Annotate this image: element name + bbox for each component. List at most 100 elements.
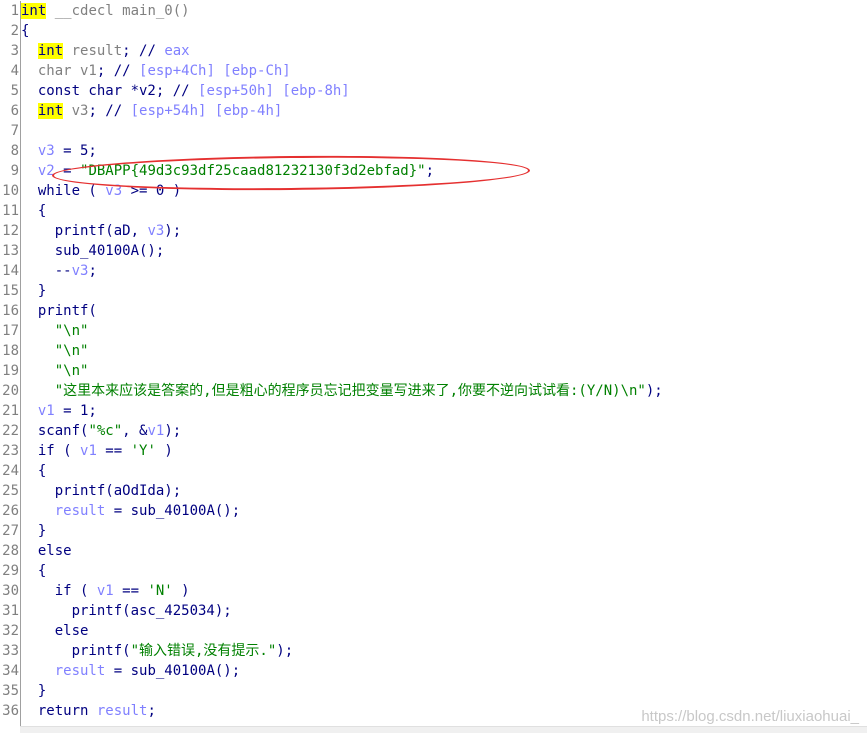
- code-line[interactable]: sub_40100A();: [21, 241, 867, 261]
- code-line[interactable]: [21, 121, 867, 141]
- line-number: 20: [2, 383, 19, 399]
- code-line[interactable]: if ( v1 == 'Y' ): [21, 441, 867, 461]
- code-token: "\n": [54, 343, 89, 359]
- code-token: 'Y': [130, 443, 156, 459]
- line-number: 19: [2, 363, 19, 379]
- code-line[interactable]: int v3; // [esp+54h] [ebp-4h]: [21, 101, 867, 121]
- code-token: = sub_40100A();: [105, 503, 241, 519]
- code-token: else: [21, 623, 89, 639]
- code-token: "%c": [88, 423, 123, 439]
- code-line[interactable]: else: [21, 621, 867, 641]
- code-line[interactable]: "这里本来应该是答案的,但是粗心的程序员忘记把变量写进来了,你要不逆向试试看:(…: [21, 381, 867, 401]
- line-number: 31: [2, 603, 19, 619]
- code-token: v3: [147, 223, 165, 239]
- watermark: https://blog.csdn.net/liuxiaohuai_: [641, 708, 859, 725]
- code-token: );: [645, 383, 663, 399]
- code-token: v3: [71, 263, 89, 279]
- line-number: 34: [2, 663, 19, 679]
- code-token: --: [21, 263, 72, 279]
- code-line[interactable]: scanf("%c", &v1);: [21, 421, 867, 441]
- code-line[interactable]: printf(aOdIda);: [21, 481, 867, 501]
- line-number: 4: [10, 63, 19, 79]
- code-line[interactable]: printf(asc_425034);: [21, 601, 867, 621]
- line-number: 33: [2, 643, 19, 659]
- line-number: 35: [2, 683, 19, 699]
- code-token: {: [21, 23, 30, 39]
- line-number-gutter: 1 2 3 4 5 6 7 8 9 10 11 12 13 14 15 16 17 18 19 20 21 22 23 24 2…: [0, 1, 21, 731]
- code-line[interactable]: printf(: [21, 301, 867, 321]
- code-token: scanf(: [21, 423, 89, 439]
- code-token: printf(asc_425034);: [21, 603, 232, 619]
- code-line[interactable]: --v3;: [21, 261, 867, 281]
- code-token: "输入错误,没有提示.": [130, 643, 277, 659]
- code-token: {: [21, 563, 47, 579]
- code-token: __cdecl main_0(): [46, 3, 190, 19]
- code-token: eax: [164, 43, 190, 59]
- line-number: 29: [2, 563, 19, 579]
- line-number: 12: [2, 223, 19, 239]
- code-token: int: [37, 103, 64, 119]
- code-line[interactable]: char v1; // [esp+4Ch] [ebp-Ch]: [21, 61, 867, 81]
- code-token: ==: [96, 443, 131, 459]
- code-line[interactable]: int result; // eax: [21, 41, 867, 61]
- code-token: return: [21, 703, 97, 719]
- code-token: v3: [21, 143, 55, 159]
- code-line[interactable]: {: [21, 561, 867, 581]
- code-token: printf(: [21, 303, 97, 319]
- code-line[interactable]: printf("输入错误,没有提示.");: [21, 641, 867, 661]
- line-number: 18: [2, 343, 19, 359]
- code-line[interactable]: {: [21, 201, 867, 221]
- line-number: 22: [2, 423, 19, 439]
- code-token: ; //: [96, 63, 140, 79]
- code-token: sub_40100A();: [21, 243, 165, 259]
- code-token: [esp+54h] [ebp-4h]: [130, 103, 283, 119]
- code-token: }: [21, 283, 47, 299]
- code-line[interactable]: "\n": [21, 361, 867, 381]
- code-token: ): [172, 583, 190, 599]
- code-token: "这里本来应该是答案的,但是粗心的程序员忘记把变量写进来了,你要不逆向试试看:(…: [54, 383, 646, 399]
- code-token: result: [21, 663, 106, 679]
- code-line[interactable]: const char *v2; // [esp+50h] [ebp-8h]: [21, 81, 867, 101]
- code-line[interactable]: }: [21, 681, 867, 701]
- line-number: 14: [2, 263, 19, 279]
- code-token: printf(: [21, 643, 131, 659]
- line-number: 13: [2, 243, 19, 259]
- code-line[interactable]: v1 = 1;: [21, 401, 867, 421]
- code-line[interactable]: result = sub_40100A();: [21, 501, 867, 521]
- code-token: int: [37, 43, 64, 59]
- line-number: 16: [2, 303, 19, 319]
- code-line[interactable]: {: [21, 21, 867, 41]
- code-token: v2: [21, 163, 55, 179]
- code-token: "\n": [54, 323, 89, 339]
- line-number: 15: [2, 283, 19, 299]
- code-line[interactable]: if ( v1 == 'N' ): [21, 581, 867, 601]
- code-token: printf(aOdIda);: [21, 483, 182, 499]
- code-line[interactable]: int __cdecl main_0(): [21, 1, 867, 21]
- line-number: 7: [10, 123, 19, 139]
- code-token: ; //: [88, 103, 131, 119]
- code-line[interactable]: else: [21, 541, 867, 561]
- line-number: 11: [2, 203, 19, 219]
- code-token: result: [96, 703, 148, 719]
- code-token: );: [276, 643, 294, 659]
- pseudocode-view[interactable]: int __cdecl main_0(){ int result; // eax…: [21, 1, 867, 721]
- code-token: char v1: [21, 63, 97, 79]
- code-token: v1: [21, 403, 55, 419]
- horizontal-scrollbar[interactable]: [20, 726, 867, 733]
- code-line[interactable]: "\n": [21, 321, 867, 341]
- code-token: while (: [21, 183, 106, 199]
- code-line[interactable]: printf(aD, v3);: [21, 221, 867, 241]
- code-line[interactable]: result = sub_40100A();: [21, 661, 867, 681]
- line-number: 10: [2, 183, 19, 199]
- code-line[interactable]: "\n": [21, 341, 867, 361]
- code-line[interactable]: }: [21, 281, 867, 301]
- code-token: printf(aD,: [21, 223, 148, 239]
- code-token: 'N': [147, 583, 173, 599]
- code-line[interactable]: {: [21, 461, 867, 481]
- code-token: = sub_40100A();: [105, 663, 241, 679]
- code-line[interactable]: }: [21, 521, 867, 541]
